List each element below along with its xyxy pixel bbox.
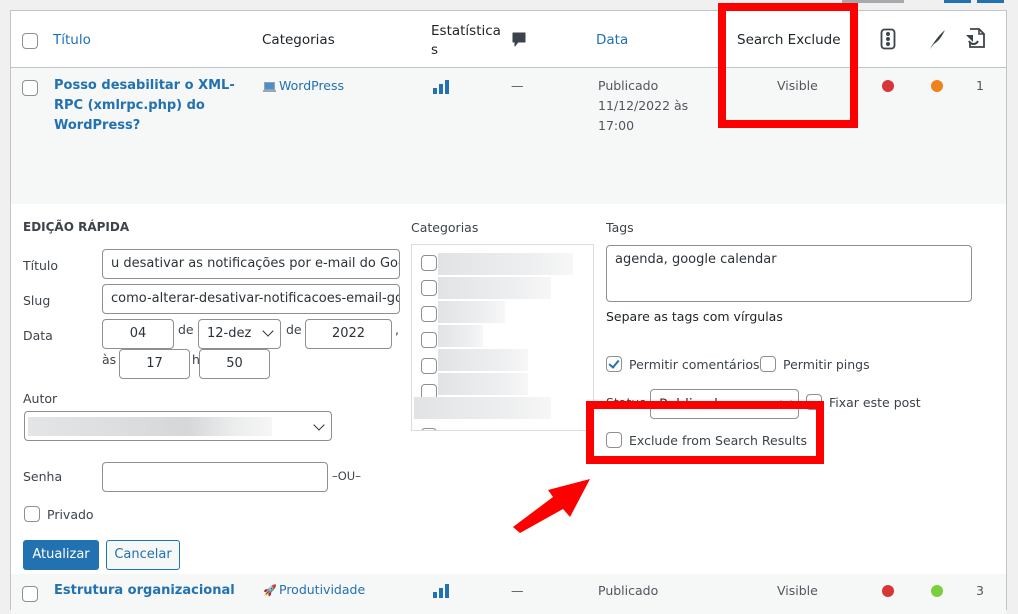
highlight-search-exclude-column <box>718 3 858 128</box>
redacted-category <box>438 373 528 395</box>
categories-checklist[interactable] <box>411 244 594 431</box>
row-checkbox[interactable] <box>22 586 38 602</box>
chevron-down-icon <box>262 325 274 337</box>
column-stats: Estatística s <box>431 23 501 58</box>
highlight-exclude-checkbox <box>586 401 824 464</box>
rocket-icon: 🚀 <box>263 584 277 597</box>
table-row: Estrutura organizacional 🚀 Produtividade… <box>11 574 1006 614</box>
search-exclude-status: Visible <box>777 583 818 598</box>
sticky-label: Fixar este post <box>829 395 921 410</box>
pagination-button[interactable] <box>977 0 1004 3</box>
category-checkbox[interactable] <box>421 332 437 348</box>
date-separator: de <box>286 322 302 337</box>
minute-input[interactable]: 50 <box>199 349 270 379</box>
comments-count: — <box>511 78 524 93</box>
seo-status-dot <box>882 80 894 92</box>
post-title-link[interactable]: Estrutura organizacional <box>54 581 235 601</box>
category-link[interactable]: WordPress <box>279 78 344 93</box>
allow-comments-checkbox[interactable] <box>606 356 622 372</box>
post-title-link[interactable]: Posso desabilitar o XML-RPC (xmlrpc.php)… <box>54 76 239 136</box>
quick-edit-heading: EDIÇÃO RÁPIDA <box>23 220 130 234</box>
private-checkbox[interactable] <box>24 506 40 522</box>
row-checkbox[interactable] <box>22 80 38 96</box>
redacted-category <box>438 253 573 275</box>
title-label: Título <box>23 258 59 273</box>
hour-input[interactable]: 17 <box>119 349 190 379</box>
comment-bubble-icon[interactable] <box>512 32 526 52</box>
readability-status-dot <box>931 585 943 597</box>
redacted-category <box>414 397 551 419</box>
column-date[interactable]: Data <box>596 32 628 48</box>
author-label: Autor <box>23 391 58 406</box>
slug-label: Slug <box>23 293 51 308</box>
categories-label: Categorias <box>411 220 479 235</box>
private-label: Privado <box>47 507 94 522</box>
cancel-button[interactable]: Cancelar <box>106 540 180 570</box>
redacted-category <box>438 325 483 347</box>
pagination-button[interactable] <box>944 0 971 3</box>
document-refresh-icon <box>964 27 986 53</box>
post-status: Publicado <box>598 583 659 598</box>
category-checkbox[interactable] <box>421 255 437 271</box>
redacted-author <box>28 417 272 436</box>
annotation-arrow-icon <box>508 475 593 539</box>
category-checkbox[interactable] <box>421 358 437 374</box>
category-checkbox[interactable] <box>421 428 437 430</box>
tags-textarea[interactable]: agenda, google calendar <box>606 245 972 302</box>
laptop-icon <box>263 81 276 96</box>
allow-pings-checkbox[interactable] <box>760 356 776 372</box>
password-input[interactable] <box>102 462 328 492</box>
feather-icon <box>928 28 946 54</box>
post-status: Publicado <box>598 78 659 93</box>
seo-status-dot <box>882 585 894 597</box>
redacted-category <box>438 349 528 371</box>
update-button[interactable]: Atualizar <box>23 540 99 570</box>
author-select[interactable] <box>24 411 332 441</box>
post-date: 11/12/2022 às 17:00 <box>598 98 689 133</box>
chevron-down-icon <box>313 419 325 431</box>
tags-hint: Separe as tags com vírgulas <box>606 309 783 324</box>
date-label: Data <box>23 328 53 343</box>
date-separator: de <box>178 322 194 337</box>
year-input[interactable]: 2022 <box>305 319 392 349</box>
password-label: Senha <box>23 469 63 484</box>
date-comma: , <box>395 322 399 337</box>
bar-chart-icon[interactable] <box>433 584 449 598</box>
category-checkbox[interactable] <box>421 280 437 296</box>
allow-comments-label: Permitir comentários <box>629 357 760 372</box>
redacted-category <box>438 301 505 323</box>
column-categories: Categorias <box>262 32 335 48</box>
day-input[interactable]: 04 <box>102 319 174 349</box>
tags-label: Tags <box>606 220 634 235</box>
month-select-value: 12-dez <box>207 326 252 341</box>
revision-count: 1 <box>976 78 984 93</box>
column-title[interactable]: Título <box>53 32 91 48</box>
select-all-checkbox[interactable] <box>22 33 38 49</box>
traffic-light-icon <box>880 28 896 54</box>
bar-chart-icon[interactable] <box>433 80 449 94</box>
or-separator: –OU– <box>332 469 361 483</box>
month-select[interactable]: 12-dez <box>198 319 281 349</box>
revision-count: 3 <box>976 583 984 598</box>
comments-count: — <box>511 583 524 598</box>
readability-status-dot <box>931 80 943 92</box>
redacted-category <box>438 277 551 299</box>
time-at-label: às <box>102 352 117 367</box>
slug-input[interactable]: como-alterar-desativar-notificacoes-emai… <box>102 284 400 314</box>
allow-pings-label: Permitir pings <box>783 357 870 372</box>
title-input[interactable]: u desativar as notificações por e-mail d… <box>102 249 400 279</box>
category-checkbox[interactable] <box>421 306 437 322</box>
